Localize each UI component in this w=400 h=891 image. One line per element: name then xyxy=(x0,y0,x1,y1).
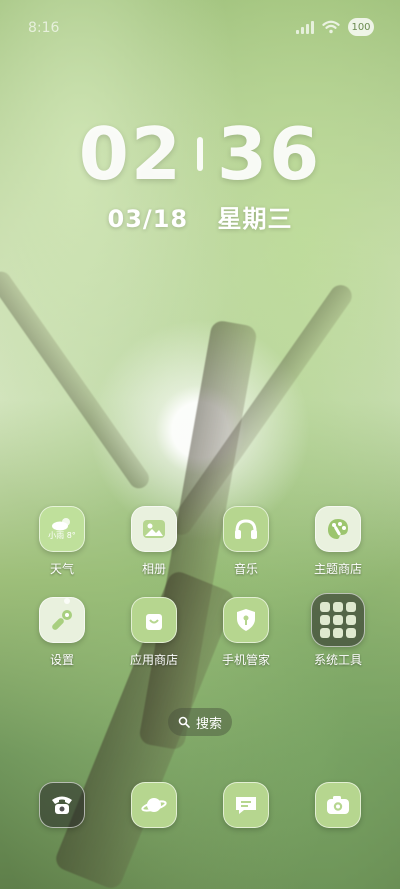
cloud-sun-icon xyxy=(51,518,70,531)
date-line: 03/18 星期三 xyxy=(0,199,400,234)
camera-icon xyxy=(315,782,361,828)
dock xyxy=(16,782,384,828)
app-phone-manager[interactable]: 手机管家 xyxy=(200,597,292,668)
page-indicator xyxy=(64,598,70,604)
status-bar: 8:16 100 xyxy=(0,0,400,56)
folder-preview xyxy=(320,602,356,638)
clock-separator xyxy=(197,137,203,172)
palette-icon xyxy=(315,506,361,552)
battery-icon: 100 xyxy=(348,18,374,36)
app-label: 应用商店 xyxy=(129,653,178,667)
shield-icon xyxy=(223,597,269,643)
headphones-icon xyxy=(223,506,269,552)
status-icons: 100 xyxy=(296,18,374,36)
app-label: 手机管家 xyxy=(221,653,270,667)
dock-camera[interactable] xyxy=(292,782,384,828)
app-weather[interactable]: 小雨 8° 天气 xyxy=(16,506,108,577)
phone-icon xyxy=(39,782,85,828)
search-pill[interactable]: 搜索 xyxy=(168,708,232,736)
clock-hours: 02 xyxy=(78,112,183,196)
app-settings[interactable]: 设置 xyxy=(16,597,108,668)
folder-icon xyxy=(311,593,365,647)
app-grid: 小雨 8° 天气 相册 音乐 主题商店 设置 应用商店 手机管家 系统工具 xyxy=(16,506,384,668)
app-label: 系统工具 xyxy=(313,653,362,667)
app-theme-store[interactable]: 主题商店 xyxy=(292,506,384,577)
dock-phone[interactable] xyxy=(16,782,108,828)
wrench-icon xyxy=(39,597,85,643)
folder-system-tools[interactable]: 系统工具 xyxy=(292,593,384,668)
app-label: 相册 xyxy=(141,562,166,576)
message-icon xyxy=(223,782,269,828)
app-app-store[interactable]: 应用商店 xyxy=(108,597,200,668)
weekday-text: 星期三 xyxy=(217,205,293,233)
app-label: 设置 xyxy=(49,653,74,667)
wifi-icon xyxy=(322,20,340,34)
search-label: 搜索 xyxy=(195,716,222,732)
clock-minutes: 36 xyxy=(217,112,322,196)
signal-icon xyxy=(296,20,314,34)
weather-icon: 小雨 8° xyxy=(39,506,85,552)
planet-icon xyxy=(131,782,177,828)
weather-widget-text: 小雨 8° xyxy=(48,531,76,540)
app-label: 音乐 xyxy=(233,562,258,576)
battery-level: 100 xyxy=(351,21,371,33)
app-gallery[interactable]: 相册 xyxy=(108,506,200,577)
clock-time: 02 36 xyxy=(0,115,400,193)
shopping-bag-icon xyxy=(131,597,177,643)
app-label: 天气 xyxy=(49,562,74,576)
dock-messages[interactable] xyxy=(200,782,292,828)
search-icon xyxy=(178,716,190,728)
date-text: 03/18 xyxy=(107,205,189,233)
gallery-icon xyxy=(131,506,177,552)
clock-widget[interactable]: 02 36 03/18 星期三 xyxy=(0,115,400,234)
app-label: 主题商店 xyxy=(313,562,362,576)
dock-browser[interactable] xyxy=(108,782,200,828)
status-time: 8:16 xyxy=(28,20,60,36)
app-music[interactable]: 音乐 xyxy=(200,506,292,577)
